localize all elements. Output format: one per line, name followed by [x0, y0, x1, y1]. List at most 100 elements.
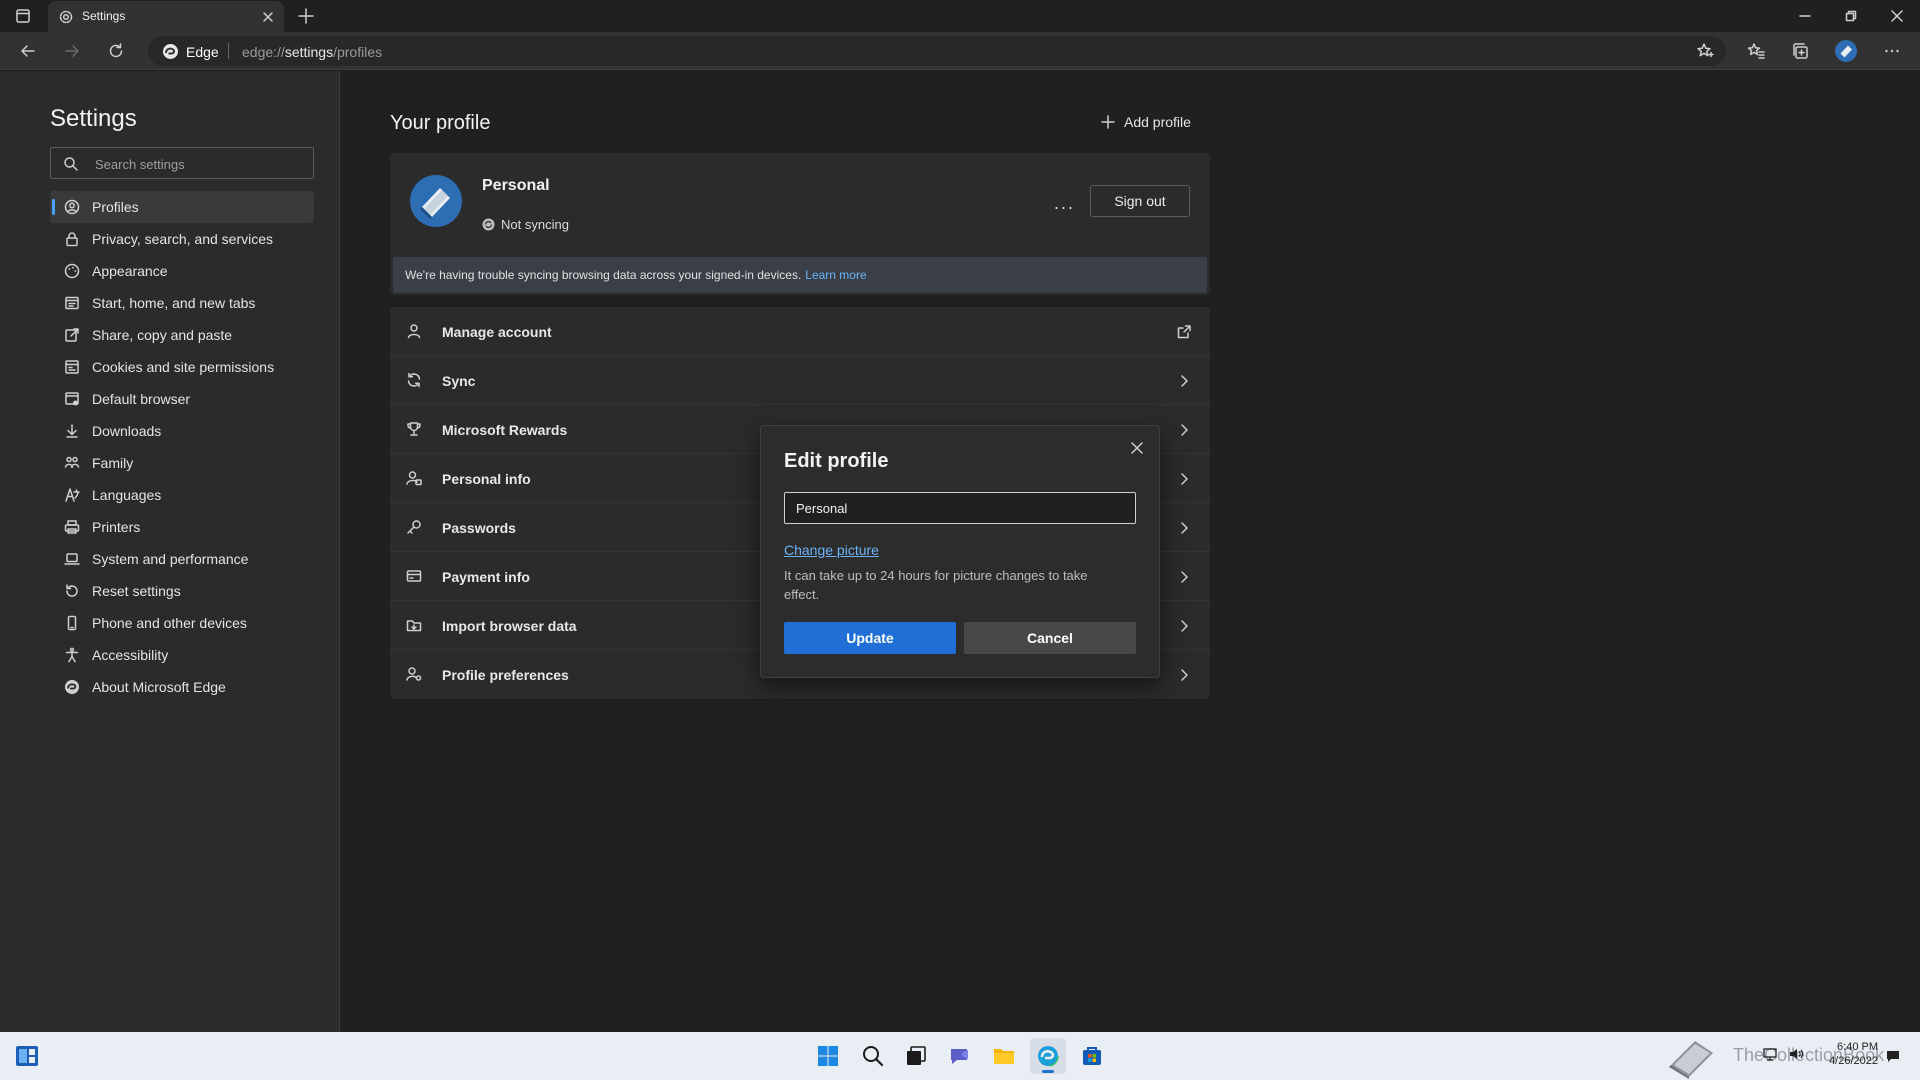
- collections-button[interactable]: [1786, 37, 1814, 65]
- change-picture-link[interactable]: Change picture: [784, 542, 879, 558]
- site-identity-label: Edge: [186, 44, 219, 60]
- minimize-icon: [1799, 15, 1811, 17]
- row-label: Manage account: [442, 324, 552, 340]
- sidebar-item-phone[interactable]: Phone and other devices: [50, 607, 314, 639]
- avatar: [410, 175, 462, 227]
- search-icon: [63, 156, 79, 172]
- tab-actions-button[interactable]: [12, 6, 34, 26]
- book-watermark-icon: [1669, 1041, 1713, 1079]
- teams-chat-button[interactable]: [942, 1038, 978, 1074]
- sidebar-item-printers[interactable]: Printers: [50, 511, 314, 543]
- sidebar-item-default-browser[interactable]: Default browser: [50, 383, 314, 415]
- sidebar-item-languages[interactable]: Languages: [50, 479, 314, 511]
- search-icon: [863, 1046, 884, 1067]
- row-sync[interactable]: Sync: [390, 356, 1210, 405]
- taskbar: TheCollectionBook 6:40 PM 4/26/2022: [0, 1032, 1920, 1080]
- learn-more-link[interactable]: Learn more: [805, 268, 866, 282]
- forward-button[interactable]: [58, 37, 86, 65]
- add-profile-button[interactable]: Add profile: [1100, 110, 1191, 134]
- sidebar-item-start-home[interactable]: Start, home, and new tabs: [50, 287, 314, 319]
- sync-warning-text: We're having trouble syncing browsing da…: [405, 268, 802, 282]
- taskbar-search-button[interactable]: [855, 1038, 891, 1074]
- sidebar-item-system[interactable]: System and performance: [50, 543, 314, 575]
- plus-icon: [298, 8, 314, 24]
- sidebar-item-cookies[interactable]: Cookies and site permissions: [50, 351, 314, 383]
- tab-close-icon[interactable]: [262, 11, 274, 23]
- profile-name-field[interactable]: [784, 492, 1136, 524]
- close-window-button[interactable]: [1874, 0, 1920, 32]
- favorites-button[interactable]: [1742, 37, 1770, 65]
- task-view-button[interactable]: [898, 1038, 934, 1074]
- minimize-button[interactable]: [1782, 0, 1828, 32]
- notifications-button[interactable]: [1884, 1047, 1902, 1065]
- sidebar-item-share-copy[interactable]: Share, copy and paste: [50, 319, 314, 351]
- widgets-button[interactable]: [14, 1044, 40, 1068]
- sync-icon: [407, 372, 421, 388]
- file-explorer-button[interactable]: [986, 1038, 1022, 1074]
- sidebar-item-label: System and performance: [92, 551, 249, 567]
- row-label: Profile preferences: [442, 667, 569, 683]
- sidebar-item-label: Downloads: [92, 423, 162, 439]
- book-avatar-icon: [420, 188, 450, 219]
- store-button[interactable]: [1074, 1038, 1110, 1074]
- store-icon: [1083, 1047, 1101, 1065]
- sync-status-label: Not syncing: [501, 217, 569, 232]
- sidebar-item-family[interactable]: Family: [50, 447, 314, 479]
- row-manage-account[interactable]: Manage account: [390, 307, 1210, 356]
- external-link-icon: [1177, 325, 1191, 339]
- add-favorite-icon[interactable]: [1696, 42, 1714, 60]
- reset-icon: [66, 584, 78, 597]
- sidebar-item-label: Reset settings: [92, 583, 181, 599]
- collections-icon: [1793, 43, 1808, 59]
- accessibility-icon: [65, 647, 79, 663]
- back-button[interactable]: [14, 37, 42, 65]
- picture-change-note: It can take up to 24 hours for picture c…: [784, 568, 1088, 602]
- profile-more-button[interactable]: ···: [1050, 193, 1078, 221]
- sidebar-item-profiles[interactable]: Profiles: [50, 191, 314, 223]
- tab-actions-icon: [16, 9, 30, 23]
- row-label: Microsoft Rewards: [442, 422, 568, 438]
- address-bar[interactable]: Edge edge://settings/profiles: [148, 36, 1726, 66]
- card-icon: [406, 570, 422, 582]
- sidebar-item-label: Cookies and site permissions: [92, 359, 275, 375]
- appearance-icon: [64, 263, 80, 279]
- profile-card: Personal Not syncing ··· Sign out We're …: [390, 153, 1210, 295]
- clock-date: 4/26/2022: [1829, 1055, 1878, 1067]
- sidebar-item-downloads[interactable]: Downloads: [50, 415, 314, 447]
- sidebar-item-accessibility[interactable]: Accessibility: [50, 639, 314, 671]
- search-settings-box[interactable]: [50, 147, 314, 179]
- network-icon[interactable]: [1762, 1046, 1778, 1062]
- restore-button[interactable]: [1828, 0, 1874, 32]
- edge-taskbar-button[interactable]: [1030, 1038, 1066, 1074]
- sync-warning-banner: We're having trouble syncing browsing da…: [393, 257, 1207, 293]
- sidebar-item-label: Family: [92, 455, 134, 471]
- clock[interactable]: 6:40 PM 4/26/2022: [1820, 1040, 1878, 1068]
- profile-button[interactable]: [1832, 37, 1860, 65]
- sidebar-item-about[interactable]: About Microsoft Edge: [50, 671, 314, 703]
- cookies-icon: [65, 360, 79, 374]
- dialog-close-button[interactable]: [1125, 436, 1149, 460]
- cancel-button[interactable]: Cancel: [964, 622, 1136, 654]
- volume-icon[interactable]: [1788, 1046, 1804, 1062]
- sidebar-item-appearance[interactable]: Appearance: [50, 255, 314, 287]
- row-label: Import browser data: [442, 618, 577, 634]
- new-tab-button[interactable]: [296, 6, 316, 26]
- update-button[interactable]: Update: [784, 622, 956, 654]
- sidebar-item-privacy[interactable]: Privacy, search, and services: [50, 223, 314, 255]
- start-button[interactable]: [810, 1038, 846, 1074]
- refresh-button[interactable]: [102, 37, 130, 65]
- sidebar-item-reset[interactable]: Reset settings: [50, 575, 314, 607]
- widgets-icon: [16, 1046, 38, 1066]
- share-icon: [65, 328, 79, 342]
- browser-tab-settings[interactable]: Settings: [48, 1, 284, 32]
- close-icon: [1131, 442, 1143, 454]
- browser-toolbar: Edge edge://settings/profiles: [0, 32, 1920, 70]
- settings-title: Settings: [50, 105, 137, 132]
- sign-out-button[interactable]: Sign out: [1090, 185, 1190, 217]
- system-tray: [1762, 1046, 1804, 1062]
- settings-and-more-button[interactable]: [1878, 37, 1906, 65]
- sidebar-item-label: Accessibility: [92, 647, 169, 663]
- settings-sidebar: Settings Profiles Privacy, search, and s…: [0, 71, 340, 1032]
- search-input[interactable]: [95, 154, 305, 174]
- restore-icon: [1845, 10, 1857, 22]
